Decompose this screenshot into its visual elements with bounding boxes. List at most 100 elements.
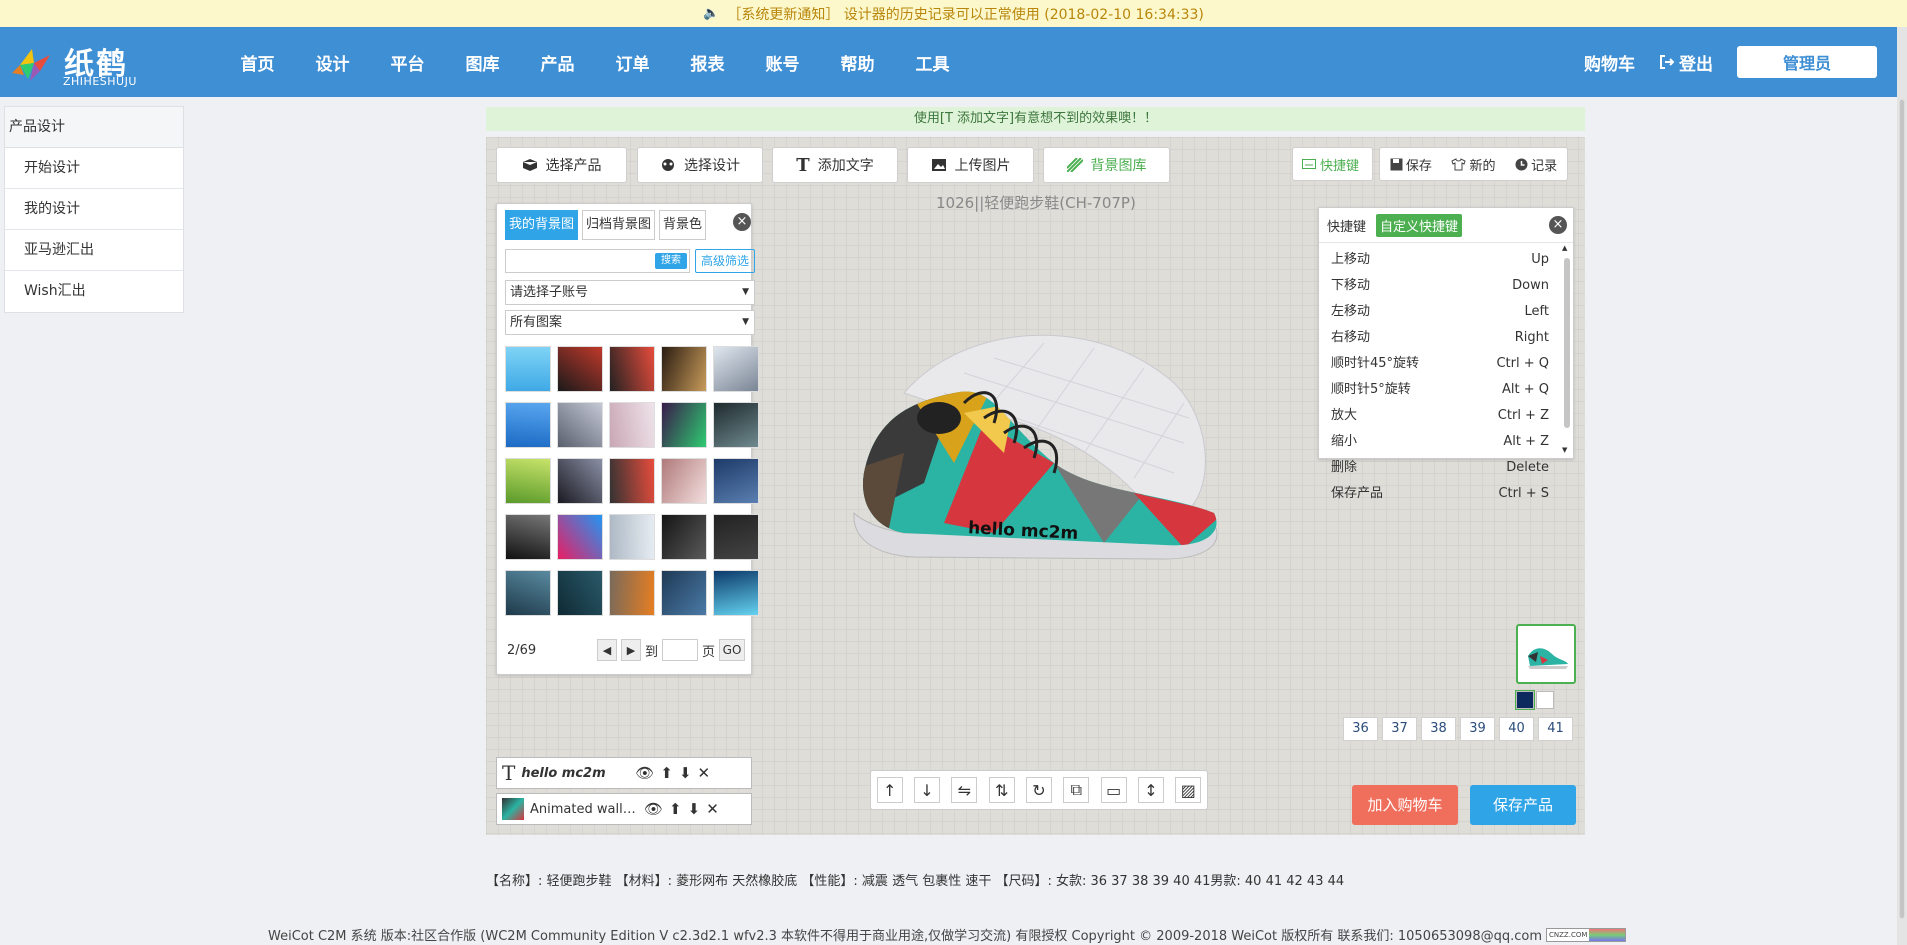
background-thumbnail[interactable] xyxy=(505,570,551,616)
background-thumbnail[interactable] xyxy=(661,514,707,560)
save-action[interactable]: 保存 xyxy=(1390,155,1432,174)
history-action[interactable]: 记录 xyxy=(1515,155,1557,174)
tab-my-backgrounds[interactable]: 我的背景图 xyxy=(505,210,579,240)
sidebar-item-start-design[interactable]: 开始设计 xyxy=(5,148,183,189)
background-thumbnail[interactable] xyxy=(661,570,707,616)
flip-vertical-icon[interactable]: ⇅ xyxy=(988,777,1015,803)
tab-shortcuts[interactable]: 快捷键 xyxy=(1327,216,1366,235)
delete-icon[interactable]: ✕ xyxy=(706,800,719,818)
background-thumbnail[interactable] xyxy=(557,346,603,392)
size-option[interactable]: 40 xyxy=(1499,717,1534,741)
pattern-select[interactable]: 所有图案 ▼ xyxy=(505,310,755,335)
select-product-button[interactable]: 选择产品 xyxy=(496,147,627,183)
background-thumbnail[interactable] xyxy=(557,402,603,448)
background-thumbnail[interactable] xyxy=(557,458,603,504)
sidebar-item-amazon-export[interactable]: 亚马逊汇出 xyxy=(5,230,183,271)
flip-horizontal-icon[interactable]: ⇋ xyxy=(951,777,978,803)
background-thumbnail[interactable] xyxy=(713,514,759,560)
sub-account-select[interactable]: 请选择子账号 ▼ xyxy=(505,280,755,305)
view-thumbnail[interactable] xyxy=(1516,624,1576,684)
background-thumbnail[interactable] xyxy=(713,570,759,616)
scroll-down-icon[interactable]: ▼ xyxy=(1562,446,1567,454)
cart-link[interactable]: 购物车 xyxy=(1584,50,1635,75)
layer-image[interactable]: Animated wallp... 👁 ⬆ ⬇ ✕ xyxy=(496,793,752,825)
background-thumbnail[interactable] xyxy=(609,514,655,560)
page-number-input[interactable] xyxy=(662,639,699,661)
layer-text[interactable]: T hello mc2m 👁 ⬆ ⬇ ✕ xyxy=(496,757,752,789)
sidebar-item-my-designs[interactable]: 我的设计 xyxy=(5,189,183,230)
nav-gallery[interactable]: 图库 xyxy=(445,50,520,75)
scroll-up-icon[interactable]: ▲ xyxy=(1562,244,1567,252)
eye-icon[interactable]: 👁 xyxy=(644,800,663,818)
background-thumbnail[interactable] xyxy=(557,570,603,616)
close-panel-icon[interactable]: × xyxy=(733,213,751,231)
delete-icon[interactable]: ✕ xyxy=(698,764,711,782)
fit-height-icon[interactable]: ↕ xyxy=(1137,777,1164,803)
tab-background-color[interactable]: 背景色 xyxy=(659,210,707,240)
add-to-cart-button[interactable]: 加入购物车 xyxy=(1352,785,1458,825)
size-option[interactable]: 41 xyxy=(1538,717,1573,741)
background-thumbnail[interactable] xyxy=(609,570,655,616)
nav-design[interactable]: 设计 xyxy=(295,50,370,75)
background-thumbnail[interactable] xyxy=(505,458,551,504)
eye-icon[interactable]: 👁 xyxy=(635,764,654,782)
tab-archived-backgrounds[interactable]: 归档背景图 xyxy=(582,210,656,240)
size-option[interactable]: 37 xyxy=(1382,717,1417,741)
background-thumbnail[interactable] xyxy=(557,514,603,560)
nav-platform[interactable]: 平台 xyxy=(370,50,445,75)
nav-tools[interactable]: 工具 xyxy=(895,50,970,75)
color-swatch-white[interactable] xyxy=(1536,691,1554,709)
shortcut-scrollbar[interactable]: ▲ ▼ xyxy=(1562,244,1570,454)
nav-reports[interactable]: 报表 xyxy=(670,50,745,75)
add-text-button[interactable]: T 添加文字 xyxy=(772,147,898,183)
select-design-button[interactable]: 选择设计 xyxy=(637,147,763,183)
duplicate-icon[interactable]: ⧉ xyxy=(1063,777,1090,803)
nav-orders[interactable]: 订单 xyxy=(595,50,670,75)
page-scrollbar-thumb[interactable] xyxy=(1899,99,1905,919)
go-button[interactable]: GO xyxy=(719,639,746,661)
pattern-fill-icon[interactable]: ▨ xyxy=(1175,777,1202,803)
arrow-up-icon[interactable]: ↑ xyxy=(876,777,903,803)
tab-custom-shortcuts[interactable]: 自定义快捷键 xyxy=(1376,213,1463,237)
background-thumbnail[interactable] xyxy=(713,346,759,392)
background-thumbnail[interactable] xyxy=(661,402,707,448)
designer-canvas[interactable]: 选择产品 选择设计 T 添加文字 上传图片 背景图库 快捷键 保存 新的 记录 … xyxy=(486,137,1585,835)
background-thumbnail[interactable] xyxy=(505,514,551,560)
nav-accounts[interactable]: 账号 xyxy=(745,50,820,75)
background-thumbnail[interactable] xyxy=(713,402,759,448)
move-up-icon[interactable]: ⬆ xyxy=(669,800,682,818)
upload-image-button[interactable]: 上传图片 xyxy=(907,147,1034,183)
background-thumbnail[interactable] xyxy=(609,402,655,448)
nav-home[interactable]: 首页 xyxy=(220,50,295,75)
shortcut-scrollbar-thumb[interactable] xyxy=(1564,258,1570,428)
background-thumbnail[interactable] xyxy=(609,346,655,392)
search-button[interactable]: 搜索 xyxy=(655,253,687,269)
align-bottom-icon[interactable]: ▭ xyxy=(1100,777,1127,803)
background-thumbnail[interactable] xyxy=(609,458,655,504)
new-action[interactable]: 新的 xyxy=(1451,155,1495,174)
logo[interactable]: 纸鹤 ZHIHESHUJU xyxy=(10,35,140,89)
background-thumbnail[interactable] xyxy=(505,402,551,448)
close-shortcuts-icon[interactable]: × xyxy=(1549,216,1567,234)
advanced-filter-button[interactable]: 高级筛选 xyxy=(695,249,755,273)
background-thumbnail[interactable] xyxy=(661,346,707,392)
move-down-icon[interactable]: ⬇ xyxy=(688,800,701,818)
nav-help[interactable]: 帮助 xyxy=(820,50,895,75)
next-page-icon[interactable]: ▶ xyxy=(621,639,641,661)
cnzz-badge[interactable]: CNZZ.COM xyxy=(1546,927,1626,942)
bg-library-button[interactable]: 背景图库 xyxy=(1043,147,1170,183)
logout-link[interactable]: 登出 xyxy=(1659,50,1713,75)
background-thumbnail[interactable] xyxy=(661,458,707,504)
prev-page-icon[interactable]: ◀ xyxy=(597,639,617,661)
nav-products[interactable]: 产品 xyxy=(520,50,595,75)
size-option[interactable]: 38 xyxy=(1421,717,1456,741)
background-thumbnail[interactable] xyxy=(713,458,759,504)
rotate-icon[interactable]: ↻ xyxy=(1025,777,1052,803)
arrow-down-icon[interactable]: ↓ xyxy=(913,777,940,803)
size-option[interactable]: 36 xyxy=(1343,717,1378,741)
sidebar-item-wish-export[interactable]: Wish汇出 xyxy=(5,271,183,312)
background-thumbnail[interactable] xyxy=(505,346,551,392)
size-option[interactable]: 39 xyxy=(1460,717,1495,741)
shortcuts-button[interactable]: 快捷键 xyxy=(1292,147,1373,181)
admin-button[interactable]: 管理员 xyxy=(1737,46,1877,78)
